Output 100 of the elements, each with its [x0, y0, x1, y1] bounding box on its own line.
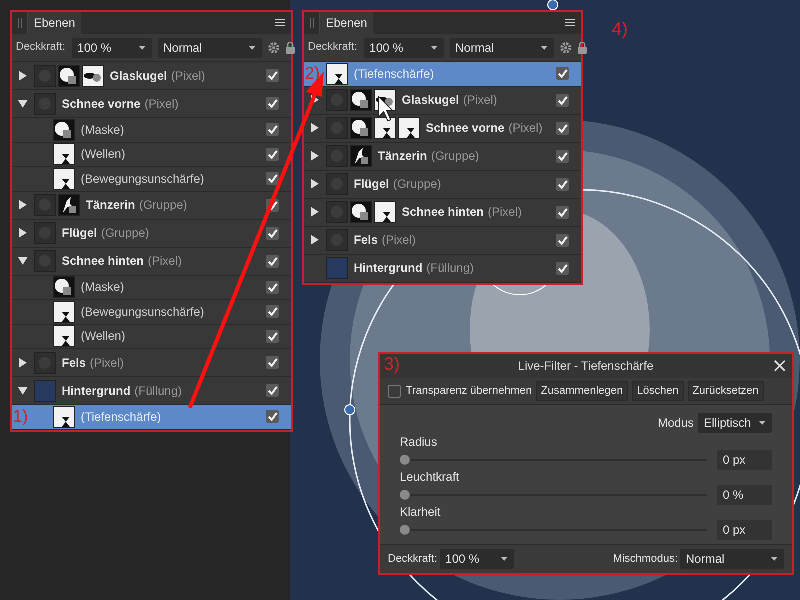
opacity-dropdown[interactable]: 100 % — [72, 38, 152, 58]
layer-name: (Bewegungsunschärfe) — [81, 170, 204, 188]
collapsed-triangle-icon[interactable] — [18, 228, 28, 238]
collapsed-triangle-icon[interactable] — [18, 70, 28, 80]
layer-type: (Pixel) — [171, 68, 206, 84]
slider-thumb[interactable] — [400, 490, 410, 500]
layer-row[interactable]: Flügel (Gruppe) — [304, 170, 581, 198]
collapsed-triangle-icon[interactable] — [310, 207, 320, 217]
expanded-triangle-icon[interactable] — [18, 256, 28, 266]
slider[interactable] — [400, 524, 707, 536]
visibility-checkbox[interactable] — [556, 67, 569, 80]
collapsed-triangle-icon[interactable] — [310, 151, 320, 161]
layer-type: (Gruppe) — [431, 148, 480, 165]
opacity-label: Deckkraft: — [388, 552, 438, 567]
visibility-checkbox[interactable] — [266, 148, 279, 161]
visibility-checkbox[interactable] — [266, 410, 279, 424]
lock-icon[interactable] — [578, 42, 587, 54]
panel-tab[interactable]: Ebenen — [28, 12, 82, 34]
blend-mode-dropdown[interactable]: Normal — [158, 38, 262, 58]
visibility-checkbox[interactable] — [266, 69, 279, 82]
opacity-dropdown[interactable]: 100 % — [440, 549, 514, 569]
layer-name: (Wellen) — [81, 146, 126, 164]
caret-icon — [540, 46, 548, 50]
visibility-checkbox[interactable] — [266, 305, 279, 318]
caret-icon — [500, 557, 508, 561]
opacity-dropdown[interactable]: 100 % — [364, 38, 444, 58]
layer-row[interactable]: (Bewegungsunschärfe) — [12, 300, 291, 324]
visibility-checkbox[interactable] — [266, 356, 279, 369]
lock-icon[interactable] — [286, 42, 295, 54]
expanded-triangle-icon[interactable] — [18, 386, 28, 396]
settings-icon[interactable] — [268, 42, 280, 54]
dialog-button[interactable]: Löschen — [632, 381, 684, 401]
layer-type: (Füllung) — [426, 260, 474, 277]
blend-mode-dropdown[interactable]: Normal — [680, 549, 784, 569]
value-field[interactable]: 0 % — [717, 484, 772, 504]
slider-label: Leuchtkraft — [400, 470, 460, 484]
mode-dropdown[interactable]: Elliptisch — [698, 413, 772, 433]
slider-thumb[interactable] — [400, 524, 410, 534]
layer-thumbnail — [326, 89, 348, 111]
visibility-checkbox[interactable] — [388, 384, 401, 398]
settings-icon[interactable] — [560, 42, 572, 54]
visibility-checkbox[interactable] — [556, 234, 569, 246]
visibility-checkbox[interactable] — [266, 123, 279, 136]
slider-thumb[interactable] — [400, 454, 410, 464]
layer-row[interactable]: Schnee vorne (Pixel) — [12, 90, 291, 118]
visibility-checkbox[interactable] — [266, 330, 279, 343]
visibility-checkbox[interactable] — [556, 206, 569, 218]
collapsed-triangle-icon[interactable] — [310, 179, 320, 189]
layer-row[interactable]: Glaskugel (Pixel) — [12, 62, 291, 90]
layer-row[interactable]: Tänzerin (Gruppe) — [304, 142, 581, 170]
collapsed-triangle-icon[interactable] — [18, 358, 28, 368]
layer-row[interactable]: Flügel (Gruppe) — [12, 220, 291, 248]
visibility-checkbox[interactable] — [266, 254, 279, 268]
callout-number: 1) — [12, 408, 28, 426]
visibility-checkbox[interactable] — [266, 97, 279, 110]
layer-row[interactable]: Schnee hinten (Pixel) — [304, 198, 581, 226]
visibility-checkbox[interactable] — [556, 262, 569, 274]
layer-row[interactable]: Fels (Pixel) — [12, 349, 291, 377]
layer-thumbnail — [53, 300, 75, 323]
layer-row[interactable]: Schnee hinten (Pixel) — [12, 248, 291, 276]
layer-row[interactable]: Schnee vorne (Pixel) — [304, 114, 581, 142]
visibility-checkbox[interactable] — [556, 150, 569, 162]
value-field[interactable]: 0 px — [717, 450, 772, 470]
slider[interactable] — [400, 454, 707, 466]
collapsed-triangle-icon[interactable] — [310, 123, 320, 133]
layer-name: Hintergrund — [62, 382, 131, 400]
blend-mode-dropdown[interactable]: Normal — [450, 38, 554, 58]
dialog-button[interactable]: Zurücksetzen — [688, 381, 764, 401]
layer-row[interactable]: Tänzerin (Gruppe) — [12, 192, 291, 220]
layer-thumbnail — [53, 325, 75, 348]
panel-tab[interactable]: Ebenen — [320, 12, 374, 34]
collapsed-triangle-icon[interactable] — [18, 200, 28, 210]
visibility-checkbox[interactable] — [266, 280, 279, 294]
layer-row[interactable]: (Wellen) — [12, 324, 291, 349]
value-field[interactable]: 0 px — [717, 520, 772, 540]
layer-row[interactable]: Hintergrund (Füllung) — [12, 377, 291, 405]
layer-row[interactable]: Hintergrund (Füllung) — [304, 254, 581, 282]
layer-thumbnail — [34, 380, 56, 402]
visibility-checkbox[interactable] — [556, 122, 569, 134]
layer-thumbnail — [374, 117, 396, 139]
layer-type: (Pixel) — [382, 232, 416, 249]
dialog-title: Live-Filter - Tiefenschärfe — [518, 358, 654, 375]
collapsed-triangle-icon[interactable] — [310, 235, 320, 245]
visibility-checkbox[interactable] — [266, 172, 279, 186]
layer-thumbnail — [53, 276, 75, 298]
layer-row[interactable]: (Wellen) — [12, 142, 291, 167]
layer-thumbnail — [34, 352, 56, 374]
mode-label: Modus — [658, 415, 694, 432]
visibility-checkbox[interactable] — [266, 226, 279, 240]
visibility-checkbox[interactable] — [556, 94, 569, 106]
dialog-button[interactable]: Zusammenlegen — [536, 381, 628, 401]
close-icon[interactable] — [774, 360, 786, 372]
visibility-checkbox[interactable] — [556, 178, 569, 190]
layer-row[interactable]: (Bewegungsunschärfe) — [12, 167, 291, 192]
layer-row[interactable]: (Maske) — [12, 118, 291, 142]
visibility-checkbox[interactable] — [266, 384, 279, 397]
slider[interactable] — [400, 488, 707, 500]
layer-row[interactable]: (Maske) — [12, 276, 291, 300]
expanded-triangle-icon[interactable] — [18, 98, 28, 108]
layer-row[interactable]: Fels (Pixel) — [304, 226, 581, 254]
